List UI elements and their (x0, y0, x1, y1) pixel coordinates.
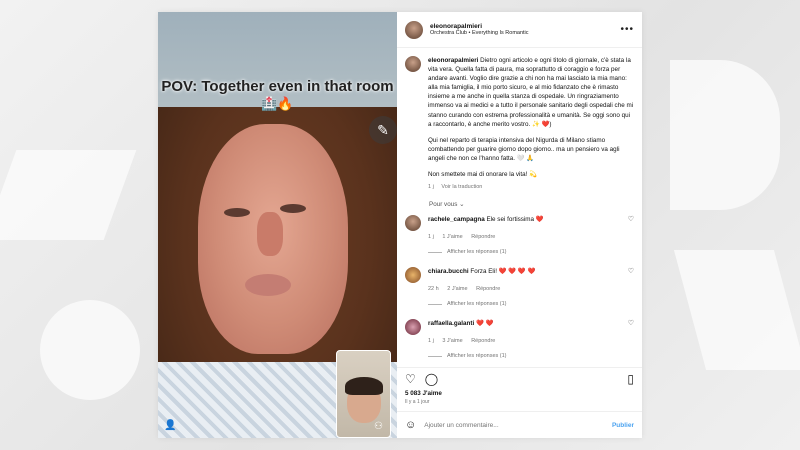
comment: rachele_campagna Ele sei fortissima ❤️ ♡… (405, 215, 634, 255)
lips (245, 274, 291, 296)
post-time: Il y a 1 jour (405, 399, 430, 405)
show-replies[interactable]: Afficher les réponses (1) (428, 249, 634, 255)
background-shape (0, 150, 137, 240)
comment-text: rachele_campagna Ele sei fortissima ❤️ (428, 215, 621, 224)
comment-likes[interactable]: 1 J'aime (442, 234, 462, 240)
person-icon[interactable]: 👤 (164, 420, 176, 432)
emoji-icon[interactable]: ☺ (405, 419, 416, 431)
heart-icon[interactable]: ♡ (405, 372, 416, 386)
caption-time: 1 j (428, 184, 434, 191)
overlay-emoji: 🏥🔥 (261, 96, 294, 111)
show-replies-label: Afficher les réponses (1) (447, 249, 507, 256)
comment-text: chiara.bucchi Forza Eli! ❤️ ❤️ ❤️ ❤️ (428, 267, 621, 276)
comment: chiara.bucchi Forza Eli! ❤️ ❤️ ❤️ ❤️ ♡ 2… (405, 267, 634, 307)
like-heart-icon[interactable]: ♡ (628, 319, 634, 327)
comment-text: raffaella.galanti ❤️ ❤️ (428, 319, 621, 328)
header-audio[interactable]: Orchestra Club • Everything Is Romantic (430, 30, 529, 36)
comment-likes[interactable]: 2 J'aime (447, 286, 467, 292)
avatar[interactable] (405, 319, 421, 336)
pip-hair (345, 377, 383, 395)
action-bar: ♡ ◯ ▯ (397, 367, 642, 390)
overlay-caption: POV: Together even in that room (161, 78, 394, 95)
comments-area[interactable]: eleonorapalmieri Dietro ogni articolo e … (397, 48, 642, 367)
nose (257, 212, 283, 256)
translate-link[interactable]: Voir la traduction (441, 184, 482, 190)
background-shape (40, 300, 140, 400)
divider (428, 251, 442, 253)
like-heart-icon[interactable]: ♡ (628, 267, 634, 275)
left-eye (224, 208, 250, 217)
comment: raffaella.galanti ❤️ ❤️ ♡ 1 j 3 J'aime R… (405, 319, 634, 359)
comment-body: Ele sei fortissima ❤️ (486, 216, 544, 224)
publish-button[interactable]: Publier (612, 422, 634, 429)
comment-username[interactable]: raffaella.galanti (428, 320, 474, 327)
more-dots-icon[interactable]: ••• (620, 24, 634, 35)
comment-icon[interactable]: ◯ (425, 372, 438, 386)
comment-likes[interactable]: 3 J'aime (442, 338, 462, 344)
comment-username[interactable]: chiara.bucchi (428, 268, 469, 275)
right-eye (280, 204, 306, 213)
likes-count[interactable]: 5 083 J'aime (397, 390, 642, 397)
comment-row: rachele_campagna Ele sei fortissima ❤️ ♡ (405, 215, 634, 232)
comment-time: 1 j (428, 338, 434, 345)
show-replies[interactable]: Afficher les réponses (1) (428, 301, 634, 307)
header-username[interactable]: eleonorapalmieri (430, 23, 529, 30)
reply-button[interactable]: Répondre (476, 286, 500, 292)
sort-dropdown[interactable]: Pour vous ⌄ (429, 201, 634, 208)
comment-input[interactable] (424, 421, 604, 429)
post-media[interactable]: POV: Together even in that room 🏥🔥 ✎ ⚇ 👤 (158, 12, 397, 438)
caption-text: eleonorapalmieri Dietro ogni articolo e … (428, 56, 634, 192)
instagram-post: POV: Together even in that room 🏥🔥 ✎ ⚇ 👤… (158, 12, 642, 438)
caption-paragraph: Non smettete mai di onorare la vita! 💫 (428, 171, 537, 179)
caption: eleonorapalmieri Dietro ogni articolo e … (405, 56, 634, 192)
show-replies-label: Afficher les réponses (1) (447, 301, 507, 308)
divider (428, 303, 442, 305)
caption-paragraph: Qui nel reparto di terapia intensiva del… (428, 136, 620, 162)
comment-row: chiara.bucchi Forza Eli! ❤️ ❤️ ❤️ ❤️ ♡ (405, 267, 634, 284)
like-heart-icon[interactable]: ♡ (628, 215, 634, 223)
show-replies[interactable]: Afficher les réponses (1) (428, 353, 634, 359)
reply-button[interactable]: Répondre (471, 234, 495, 240)
comment-username[interactable]: rachele_campagna (428, 216, 485, 223)
caption-meta: 1 j Voir la traduction (428, 183, 634, 192)
avatar[interactable] (405, 20, 423, 39)
comment-body: Forza Eli! ❤️ ❤️ ❤️ ❤️ (470, 268, 536, 276)
people-icon[interactable]: ⚇ (374, 421, 383, 432)
comment-time: 1 j (428, 234, 434, 241)
background-shape (670, 60, 780, 210)
divider (428, 355, 442, 357)
comment-time: 22 h (428, 286, 439, 293)
reply-button[interactable]: Répondre (471, 338, 495, 344)
avatar[interactable] (405, 215, 421, 232)
comment-meta: 22 h 2 J'aime Répondre (428, 286, 634, 292)
background-shape (673, 250, 800, 370)
avatar[interactable] (405, 267, 421, 284)
post-details-pane: eleonorapalmieri Orchestra Club • Everyt… (397, 12, 642, 438)
add-comment-bar: ☺ Publier (397, 411, 642, 438)
comment-meta: 1 j 3 J'aime Répondre (428, 338, 634, 344)
comment-row: raffaella.galanti ❤️ ❤️ ♡ (405, 319, 634, 336)
avatar[interactable] (405, 56, 421, 72)
bookmark-icon[interactable]: ▯ (627, 372, 634, 386)
comment-body: ❤️ ❤️ (475, 320, 494, 328)
caption-username[interactable]: eleonorapalmieri (428, 57, 478, 64)
post-header: eleonorapalmieri Orchestra Club • Everyt… (397, 12, 642, 48)
comment-meta: 1 j 1 J'aime Répondre (428, 234, 634, 240)
show-replies-label: Afficher les réponses (1) (447, 353, 507, 360)
pencil-icon[interactable]: ✎ (369, 116, 397, 144)
caption-paragraph: Dietro ogni articolo e ogni titolo di gi… (428, 57, 634, 128)
